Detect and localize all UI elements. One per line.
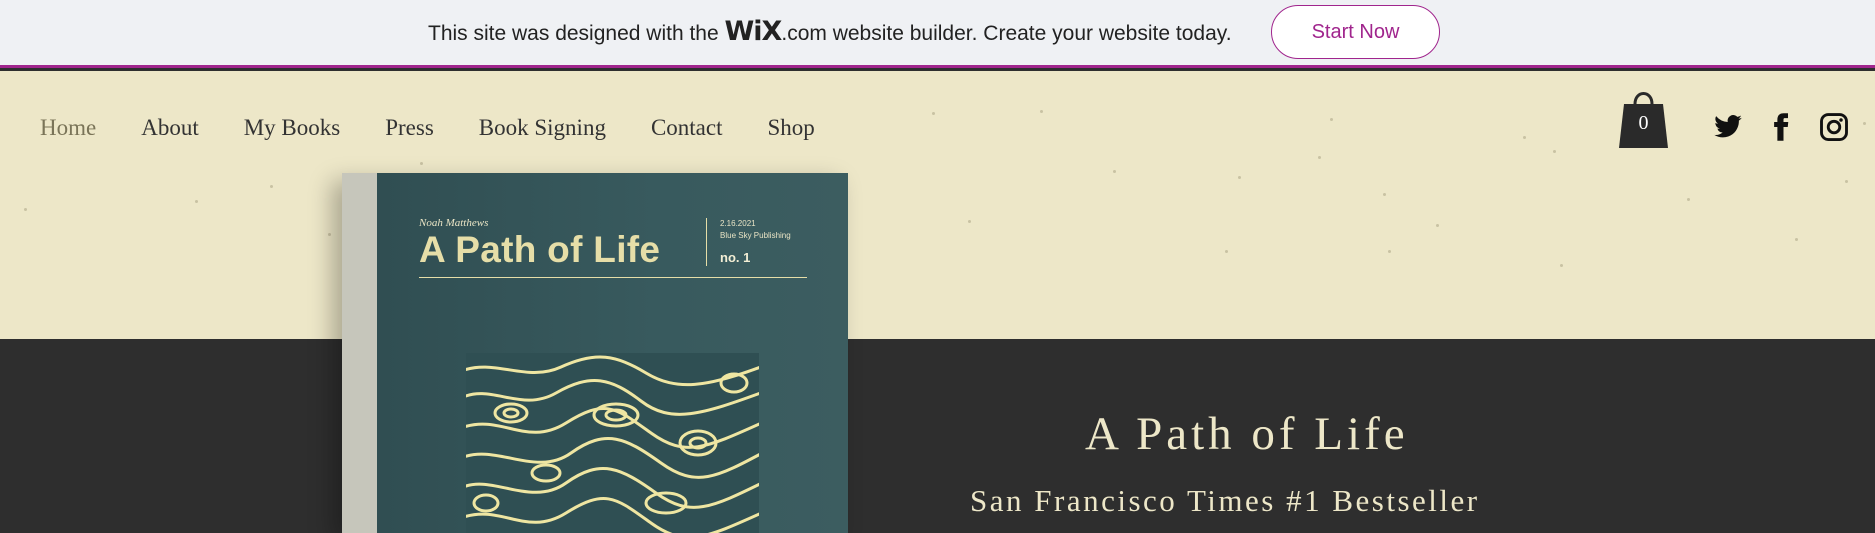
speckle-dot xyxy=(1225,250,1228,253)
speckle-dot xyxy=(1863,122,1866,125)
speckle-dot xyxy=(195,200,198,203)
main-nav: Home About My Books Press Book Signing C… xyxy=(40,111,860,145)
facebook-icon[interactable] xyxy=(1766,112,1796,142)
speckle-dot xyxy=(1436,224,1439,227)
wix-promo-banner: This site was designed with the WiX.com … xyxy=(0,0,1875,68)
banner-text-after: .com website builder. Create your websit… xyxy=(781,22,1232,45)
hero-subtitle: San Francisco Times #1 Bestseller xyxy=(970,483,1480,518)
cart-count: 0 xyxy=(1638,112,1649,134)
nav-item-contact[interactable]: Contact xyxy=(651,111,723,145)
cover-divider-horizontal xyxy=(419,277,807,278)
cover-number: no. 1 xyxy=(720,250,751,265)
cover-divider-vertical xyxy=(706,218,707,266)
nav-item-book-signing[interactable]: Book Signing xyxy=(479,111,606,145)
speckle-dot xyxy=(1845,180,1848,183)
speckle-dot xyxy=(1330,118,1333,121)
book-spine xyxy=(342,173,377,533)
cover-date: 2.16.2021 xyxy=(720,219,756,228)
start-now-button[interactable]: Start Now xyxy=(1271,5,1440,59)
speckle-dot xyxy=(270,185,273,188)
instagram-icon[interactable] xyxy=(1819,112,1849,142)
speckle-dot xyxy=(1040,110,1043,113)
speckle-dot xyxy=(1383,193,1386,196)
nav-item-my-books[interactable]: My Books xyxy=(244,111,341,145)
cover-author: Noah Matthews xyxy=(419,217,489,229)
speckle-dot xyxy=(1523,136,1526,139)
site-header: Home About My Books Press Book Signing C… xyxy=(0,71,1875,339)
topographic-pattern xyxy=(466,353,759,533)
speckle-dot xyxy=(1553,150,1556,153)
speckle-dot xyxy=(420,162,423,165)
hero-title: A Path of Life xyxy=(1085,408,1409,460)
speckle-dot xyxy=(1388,250,1391,253)
cover-title: A Path of Life xyxy=(419,229,661,270)
cart-button[interactable]: 0 xyxy=(1619,86,1671,150)
book-cover-image: Noah Matthews A Path of Life 2.16.2021 B… xyxy=(342,173,848,533)
speckle-dot xyxy=(932,112,935,115)
nav-item-press[interactable]: Press xyxy=(385,111,434,145)
speckle-dot xyxy=(1687,198,1690,201)
speckle-dot xyxy=(1795,238,1798,241)
speckle-dot xyxy=(24,208,27,211)
wix-logo: WiX xyxy=(724,16,783,47)
wix-banner-text: This site was designed with the WiX.com … xyxy=(428,17,1232,49)
speckle-dot xyxy=(1113,170,1116,173)
book-cover: Noah Matthews A Path of Life 2.16.2021 B… xyxy=(377,173,848,533)
twitter-icon[interactable] xyxy=(1713,112,1743,142)
speckle-dot xyxy=(1318,156,1321,159)
speckle-dot xyxy=(1560,264,1563,267)
nav-item-home[interactable]: Home xyxy=(40,111,96,145)
speckle-dot xyxy=(1238,176,1241,179)
nav-item-shop[interactable]: Shop xyxy=(768,111,815,145)
banner-text-before: This site was designed with the xyxy=(428,22,719,45)
speckle-dot xyxy=(968,220,971,223)
speckle-dot xyxy=(328,233,331,236)
cover-publisher: Blue Sky Publishing xyxy=(720,231,791,240)
nav-item-about[interactable]: About xyxy=(141,111,199,145)
